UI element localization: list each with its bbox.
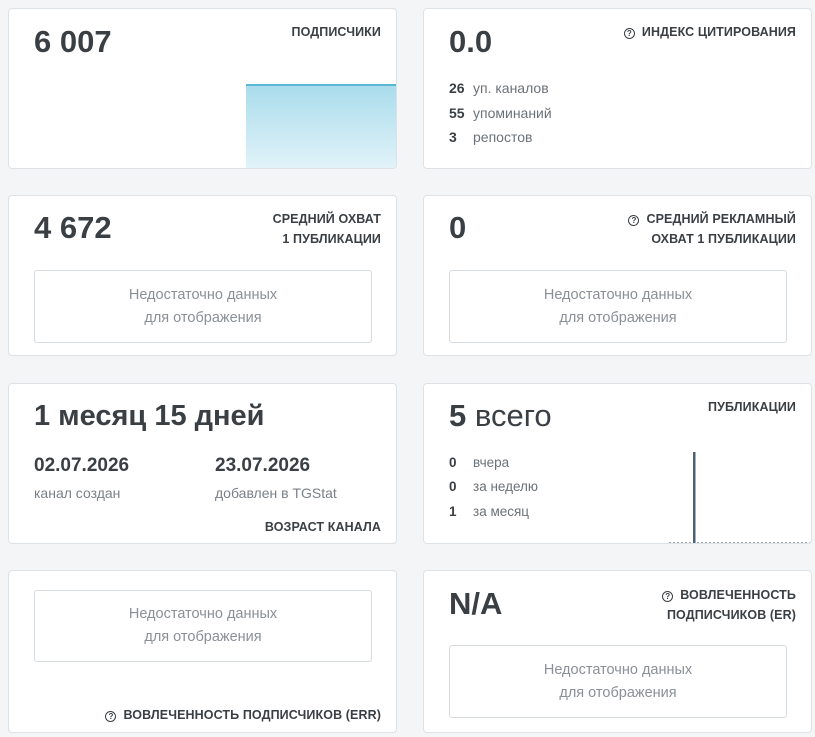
caption-text: ВОВЛЕЧЕННОСТЬ	[680, 588, 796, 602]
nodata-line: для отображения	[144, 629, 262, 645]
avg-reach-card: 4 672 СРЕДНИЙ ОХВАТ 1 ПУБЛИКАЦИИ Недоста…	[8, 195, 397, 356]
channel-age-caption: ВОЗРАСТ КАНАЛА	[264, 520, 381, 534]
publications-stat-week: 0 за неделю	[449, 478, 538, 496]
question-circle-icon[interactable]: ?	[662, 591, 674, 602]
nodata-line: для отображения	[559, 309, 677, 326]
stat-label: упоминаний	[473, 105, 552, 121]
citation-card: 0.0 ? ИНДЕКС ЦИТИРОВАНИЯ 26 уп. каналов 55…	[423, 8, 812, 169]
publications-total-word: всего	[474, 398, 552, 433]
stat-number: 26	[449, 80, 465, 96]
subscribers-chart-area	[246, 85, 396, 168]
nodata-line: Недостаточно данных	[543, 286, 693, 303]
nodata-line: Недостаточно данных	[128, 606, 278, 622]
caption-line: 1 ПУБЛИКАЦИИ	[282, 232, 381, 246]
publications-stat-yesterday: 0 вчера	[449, 454, 509, 472]
avg-reach-caption: СРЕДНИЙ ОХВАТ 1 ПУБЛИКАЦИИ	[273, 209, 381, 249]
publications-stat-month: 1 за месяц	[449, 503, 529, 521]
question-circle-icon[interactable]: ?	[628, 215, 640, 226]
stat-number: 1	[449, 504, 457, 519]
caption-line: ПОДПИСЧИКОВ (ER)	[666, 608, 796, 622]
citation-stat-reposts: 3 репостов	[449, 128, 532, 146]
publications-value: 5 всего	[449, 398, 552, 434]
publications-chart	[669, 452, 811, 543]
caption-line: ? ВОВЛЕЧЕННОСТЬ	[662, 585, 796, 605]
stat-number: 3	[449, 129, 457, 145]
err-nodata: Недостаточно данных для отображения	[34, 590, 372, 662]
channel-age-card: 1 месяц 15 дней 02.07.2026 канал создан …	[8, 383, 397, 544]
nodata-line: Недостаточно данных	[128, 286, 278, 303]
subscribers-value: 6 007	[34, 24, 112, 59]
stat-label: за месяц	[473, 504, 530, 519]
caption-line: ? СРЕДНИЙ РЕКЛАМНЫЙ	[628, 209, 796, 229]
publications-caption: ПУБЛИКАЦИИ	[708, 400, 796, 414]
ad-reach-caption: ? СРЕДНИЙ РЕКЛАМНЫЙ ОХВАТ 1 ПУБЛИКАЦИИ	[628, 209, 796, 249]
nodata-line: Недостаточно данных	[543, 661, 693, 678]
citation-value: 0.0	[449, 24, 493, 59]
ad-reach-nodata: Недостаточно данных для отображения	[449, 270, 787, 343]
avg-reach-value: 4 672	[34, 210, 112, 245]
ad-reach-value: 0	[449, 210, 467, 245]
question-circle-icon[interactable]: ?	[105, 711, 117, 722]
err-card: Недостаточно данных для отображения ? ВОВ…	[8, 570, 397, 733]
stat-label: уп. каналов	[473, 80, 549, 96]
created-date: 02.07.2026	[34, 455, 130, 476]
err-caption-wrap: ? ВОВЛЕЧЕННОСТЬ ПОДПИСЧИКОВ (ERR)	[105, 705, 381, 725]
publications-total: 5	[449, 398, 467, 433]
er-caption: ? ВОВЛЕЧЕННОСТЬ ПОДПИСЧИКОВ (ER)	[662, 585, 796, 625]
subscribers-card: 6 007 ПОДПИСЧИКИ	[8, 8, 397, 169]
citation-caption-wrap: ? ИНДЕКС ЦИТИРОВАНИЯ	[623, 22, 796, 42]
stat-number: 0	[449, 455, 457, 470]
err-caption: ВОВЛЕЧЕННОСТЬ ПОДПИСЧИКОВ (ERR)	[123, 708, 381, 722]
publications-chart-bar	[693, 452, 696, 543]
ad-reach-card: 0 ? СРЕДНИЙ РЕКЛАМНЫЙ ОХВАТ 1 ПУБЛИКАЦИИ …	[423, 195, 812, 356]
added-date: 23.07.2026	[215, 455, 311, 476]
er-card: N/A ? ВОВЛЕЧЕННОСТЬ ПОДПИСЧИКОВ (ER) Недо…	[423, 570, 812, 733]
citation-caption: ИНДЕКС ЦИТИРОВАНИЯ	[641, 25, 796, 39]
citation-stat-mentions: 55 упоминаний	[449, 104, 552, 122]
citation-stat-channels: 26 уп. каналов	[449, 79, 549, 97]
subscribers-chart	[246, 84, 396, 168]
stat-label: за неделю	[473, 479, 539, 494]
publications-card: 5 всего ПУБЛИКАЦИИ 0 вчера 0 за неделю 1 за…	[423, 383, 812, 544]
er-value: N/A	[449, 586, 503, 621]
caption-line: ОХВАТ 1 ПУБЛИКАЦИИ	[651, 232, 796, 246]
subscribers-caption: ПОДПИСЧИКИ	[291, 25, 381, 39]
stat-label: репостов	[473, 129, 533, 145]
created-label: канал создан	[34, 485, 121, 501]
caption-line: СРЕДНИЙ ОХВАТ	[272, 212, 381, 226]
nodata-line: для отображения	[559, 684, 677, 701]
caption-text: СРЕДНИЙ РЕКЛАМНЫЙ	[646, 212, 796, 226]
question-circle-icon[interactable]: ?	[623, 28, 635, 39]
avg-reach-nodata: Недостаточно данных для отображения	[34, 270, 372, 343]
stat-number: 0	[449, 479, 457, 494]
er-nodata: Недостаточно данных для отображения	[449, 645, 787, 718]
channel-age-value: 1 месяц 15 дней	[34, 400, 265, 432]
stat-number: 55	[449, 105, 465, 121]
nodata-line: для отображения	[144, 309, 262, 326]
added-label: добавлен в TGStat	[215, 485, 337, 501]
stat-label: вчера	[473, 455, 510, 470]
